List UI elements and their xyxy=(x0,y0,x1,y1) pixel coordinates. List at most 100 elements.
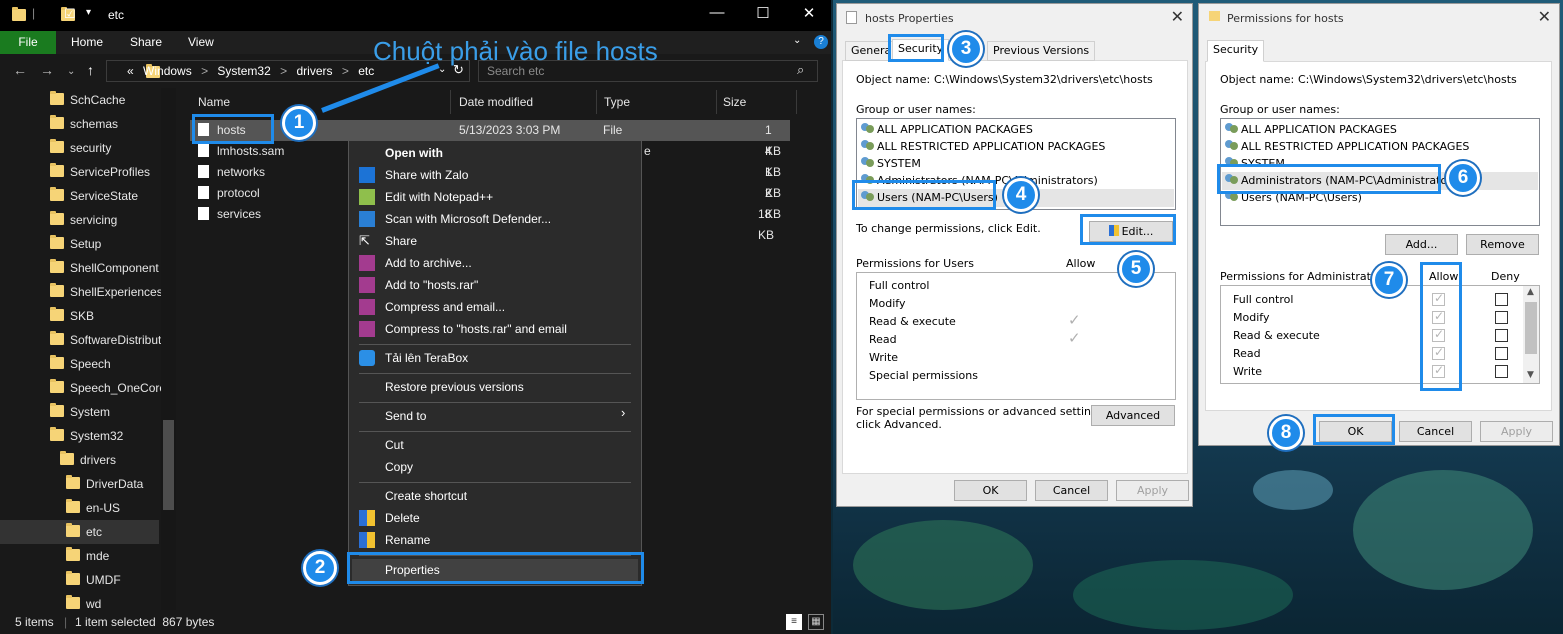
list-item[interactable]: ALL APPLICATION PACKAGES xyxy=(1225,121,1397,138)
maximize-icon[interactable]: ☐ xyxy=(743,4,783,22)
breadcrumb-separator[interactable]: > xyxy=(280,64,287,78)
sidebar-item[interactable]: SKB xyxy=(50,304,94,328)
add-button[interactable]: Add... xyxy=(1385,234,1458,255)
menu-item-terabox[interactable]: Tải lên TeraBox xyxy=(385,348,468,368)
cancel-button[interactable]: Cancel xyxy=(1399,421,1472,442)
tab-security[interactable]: Security xyxy=(1207,40,1265,62)
close-icon[interactable]: ✕ xyxy=(789,4,829,22)
sidebar-item[interactable]: wd xyxy=(66,592,101,610)
deny-checkbox[interactable] xyxy=(1495,311,1508,324)
menu-item-cut[interactable]: Cut xyxy=(385,435,404,455)
sidebar-item[interactable]: schemas xyxy=(50,112,118,136)
sidebar-item[interactable]: security xyxy=(50,136,111,160)
menu-item-rename[interactable]: Rename xyxy=(385,530,430,550)
menu-item-compress-email[interactable]: Compress and email... xyxy=(385,297,505,317)
advanced-button[interactable]: Advanced xyxy=(1091,405,1175,426)
cancel-button[interactable]: Cancel xyxy=(1035,480,1108,501)
back-icon[interactable]: ← xyxy=(13,62,27,78)
tab-file[interactable]: File xyxy=(0,31,56,54)
tab-previous-versions[interactable]: Previous Versions xyxy=(987,41,1096,61)
list-item[interactable]: SYSTEM xyxy=(861,155,921,172)
apply-button[interactable]: Apply xyxy=(1480,421,1553,442)
menu-item-share[interactable]: Share xyxy=(385,231,417,251)
remove-button[interactable]: Remove xyxy=(1466,234,1539,255)
breadcrumb-system32[interactable]: System32 xyxy=(217,64,270,78)
menu-item-edit-notepad[interactable]: Edit with Notepad++ xyxy=(385,187,493,207)
column-divider[interactable] xyxy=(596,90,597,114)
sidebar-item[interactable]: Speech_OneCore xyxy=(50,376,166,400)
permissions-scrollbar[interactable]: ▲ ▼ xyxy=(1523,286,1539,383)
deny-checkbox[interactable] xyxy=(1495,293,1508,306)
menu-item-scan-defender[interactable]: Scan with Microsoft Defender... xyxy=(385,209,551,229)
expand-ribbon-icon[interactable]: ⌄ xyxy=(793,35,801,46)
scroll-up-icon[interactable]: ▲ xyxy=(1527,287,1534,297)
sidebar-item[interactable]: ServiceState xyxy=(50,184,138,208)
deny-checkbox[interactable] xyxy=(1495,347,1508,360)
column-size[interactable]: Size xyxy=(723,95,746,109)
column-divider[interactable] xyxy=(450,90,451,114)
sidebar-item[interactable]: Setup xyxy=(50,232,101,256)
close-icon[interactable]: ✕ xyxy=(1538,7,1551,26)
sidebar-item[interactable]: System xyxy=(50,400,110,424)
tab-share[interactable]: Share xyxy=(130,31,162,54)
menu-item-send-to[interactable]: Send to xyxy=(385,406,426,426)
customize-quick-access-icon[interactable]: ▾ xyxy=(86,7,91,18)
column-divider[interactable] xyxy=(716,90,717,114)
help-icon[interactable]: ? xyxy=(814,35,828,49)
recent-locations-icon[interactable]: ⌄ xyxy=(67,66,75,77)
sidebar-item[interactable]: mde xyxy=(66,544,109,568)
column-date-modified[interactable]: Date modified xyxy=(459,95,533,109)
sidebar-item[interactable]: ServiceProfiles xyxy=(50,160,150,184)
ok-button[interactable]: OK xyxy=(954,480,1027,501)
menu-item-copy[interactable]: Copy xyxy=(385,457,413,477)
sidebar-scrollbar[interactable] xyxy=(161,88,176,610)
minimize-icon[interactable]: — xyxy=(697,4,737,21)
menu-item-open-with[interactable]: Open with xyxy=(385,143,443,163)
sidebar-item[interactable]: DriverData xyxy=(66,472,143,496)
sidebar-item[interactable]: drivers xyxy=(60,448,116,472)
menu-item-add-to-hosts-rar[interactable]: Add to "hosts.rar" xyxy=(385,275,478,295)
up-icon[interactable]: ↑ xyxy=(87,62,94,78)
menu-item-create-shortcut[interactable]: Create shortcut xyxy=(385,486,467,506)
list-item[interactable]: ALL APPLICATION PACKAGES xyxy=(861,121,1033,138)
breadcrumb-windows[interactable]: Windows xyxy=(143,64,192,78)
column-name[interactable]: Name xyxy=(198,95,230,109)
breadcrumb-drivers[interactable]: drivers xyxy=(296,64,332,78)
properties-icon[interactable]: ☑ xyxy=(64,6,76,22)
file-row-hosts[interactable]: hosts 5/13/2023 3:03 PM File 1 KB xyxy=(190,120,790,158)
close-icon[interactable]: ✕ xyxy=(1171,7,1184,26)
sidebar-item[interactable]: Speech xyxy=(50,352,111,376)
tab-home[interactable]: Home xyxy=(71,31,103,54)
sidebar-item[interactable]: en-US xyxy=(66,496,120,520)
menu-item-compress-rar-email[interactable]: Compress to "hosts.rar" and email xyxy=(385,319,567,339)
scroll-thumb[interactable] xyxy=(1525,302,1537,354)
scroll-down-icon[interactable]: ▼ xyxy=(1527,370,1534,380)
column-type[interactable]: Type xyxy=(604,95,630,109)
deny-checkbox[interactable] xyxy=(1495,365,1508,378)
sidebar-item[interactable]: UMDF xyxy=(66,568,121,592)
menu-item-delete[interactable]: Delete xyxy=(385,508,420,528)
list-item[interactable]: ALL RESTRICTED APPLICATION PACKAGES xyxy=(1225,138,1469,155)
list-item[interactable]: ALL RESTRICTED APPLICATION PACKAGES xyxy=(861,138,1105,155)
sidebar-item-selected[interactable]: etc xyxy=(0,520,159,544)
sidebar-item[interactable]: ShellExperiences xyxy=(50,280,163,304)
sidebar-item[interactable]: SoftwareDistribut xyxy=(50,328,161,352)
large-icons-view-icon[interactable]: ▦ xyxy=(808,614,824,630)
sidebar-item[interactable]: servicing xyxy=(50,208,117,232)
sidebar-scroll-thumb[interactable] xyxy=(163,420,174,510)
sidebar-item[interactable]: SchCache xyxy=(50,88,125,112)
menu-item-restore-versions[interactable]: Restore previous versions xyxy=(385,377,524,397)
breadcrumb-overflow[interactable]: « xyxy=(127,64,134,78)
breadcrumb-etc[interactable]: etc xyxy=(358,64,374,78)
sidebar-item[interactable]: System32 xyxy=(50,424,123,448)
menu-item-share-with-zalo[interactable]: Share with Zalo xyxy=(385,165,468,185)
tab-view[interactable]: View xyxy=(188,31,214,54)
deny-checkbox[interactable] xyxy=(1495,329,1508,342)
apply-button[interactable]: Apply xyxy=(1116,480,1189,501)
forward-icon[interactable]: → xyxy=(40,62,54,78)
sidebar-item[interactable]: ShellComponent xyxy=(50,256,159,280)
breadcrumb-separator[interactable]: > xyxy=(201,64,208,78)
breadcrumb-separator[interactable]: > xyxy=(342,64,349,78)
menu-item-add-to-archive[interactable]: Add to archive... xyxy=(385,253,472,273)
details-view-icon[interactable]: ≡ xyxy=(786,614,802,630)
